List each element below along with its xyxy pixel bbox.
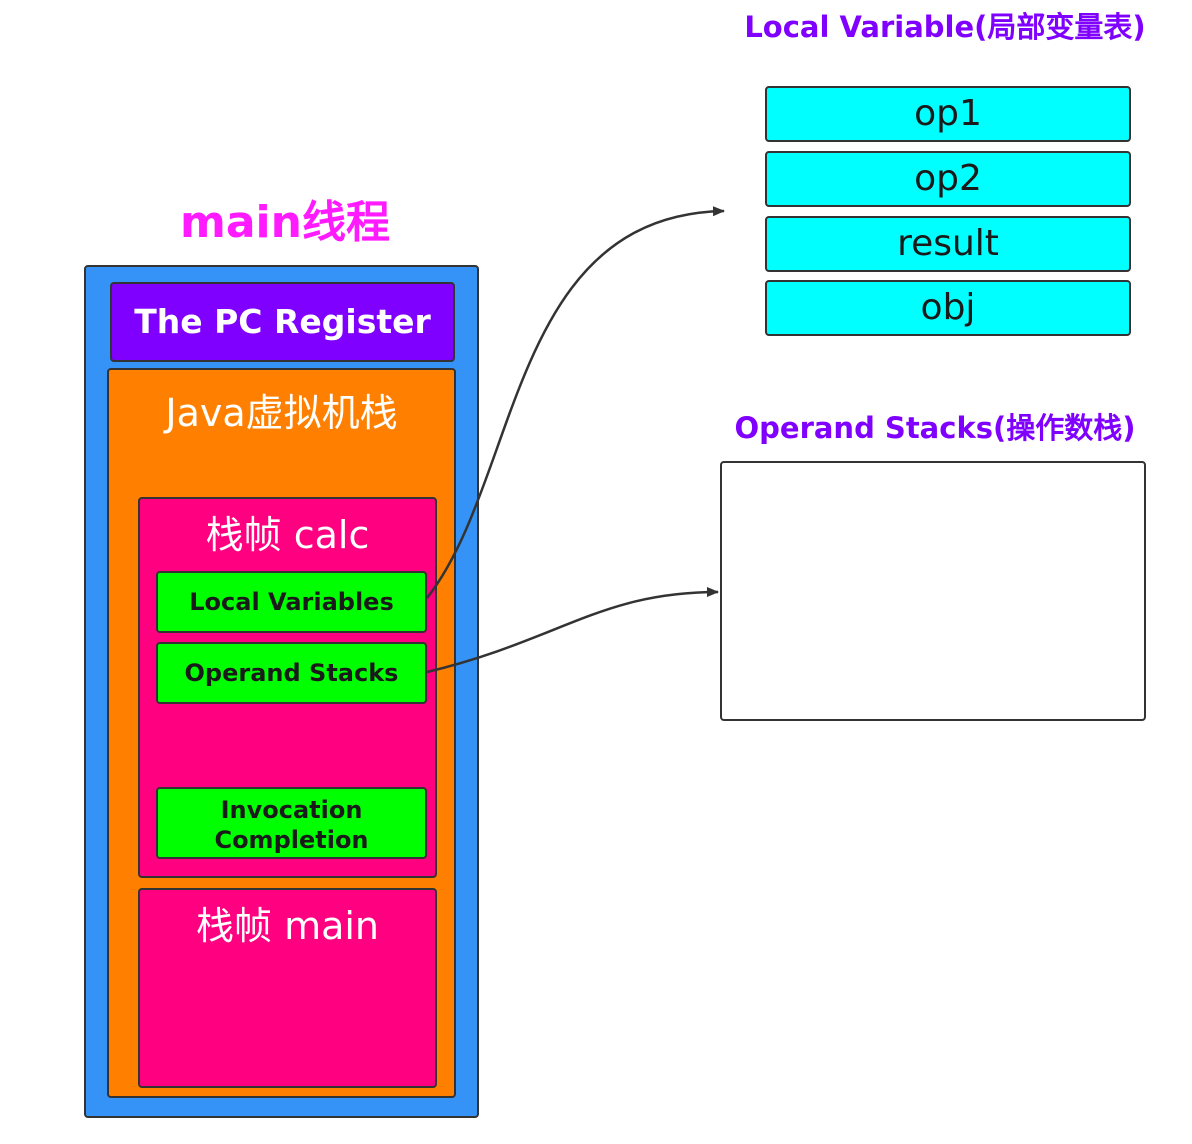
local-variables-arrow [426, 206, 725, 599]
connector-arrows [426, 206, 725, 674]
operand-stacks-arrow [426, 587, 719, 674]
